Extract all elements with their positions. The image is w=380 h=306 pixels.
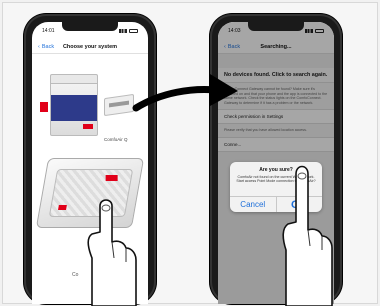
phone-notch	[248, 22, 304, 31]
status-icons	[119, 29, 138, 33]
status-time: 14:01	[42, 28, 55, 34]
pointing-hand-icon	[282, 165, 333, 306]
battery-icon	[129, 29, 138, 33]
back-button[interactable]: ‹ Back	[32, 44, 54, 50]
arrow-right-icon	[132, 74, 238, 112]
unit-logo	[83, 124, 93, 129]
label-badge	[40, 102, 48, 112]
unit-front-panel	[51, 95, 97, 121]
controller-unit-image	[104, 93, 134, 117]
product-label: ComfoAir Q	[104, 137, 128, 142]
signal-icon	[119, 29, 127, 33]
ventilation-unit-top	[50, 74, 98, 84]
pointing-hand-icon	[87, 199, 137, 306]
phone-notch	[62, 22, 118, 31]
unit-logo-secondary	[58, 205, 67, 210]
unit-logo	[105, 175, 118, 181]
back-label: Back	[41, 43, 55, 50]
navigation-bar: ‹ Back Choose your system	[32, 40, 148, 54]
chevron-left-icon: ‹	[38, 43, 40, 50]
cancel-button[interactable]: Cancel	[230, 197, 276, 212]
ventilation-unit-image	[50, 78, 98, 136]
